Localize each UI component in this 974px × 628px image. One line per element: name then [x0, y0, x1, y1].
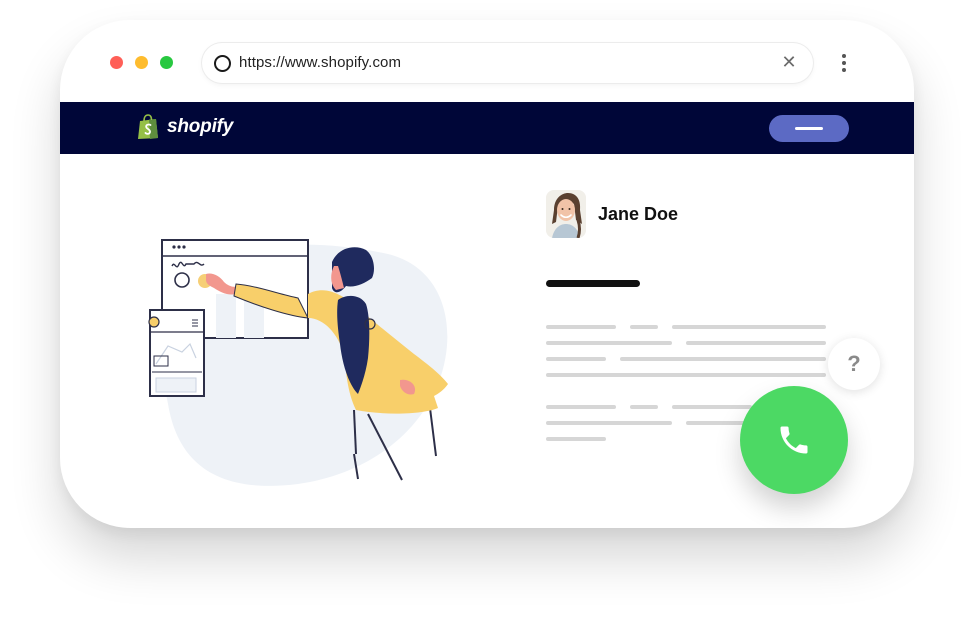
maximize-window-dot[interactable]: [160, 56, 173, 69]
site-status-icon: [214, 55, 231, 72]
stage: https://www.shopify.com ✕ shopify Jane D…: [0, 0, 974, 628]
profile-header: Jane Doe: [546, 190, 678, 238]
text-placeholder-line: [630, 325, 658, 329]
text-placeholder-line: [546, 341, 672, 345]
page-content: Jane Doe ?: [60, 154, 914, 528]
minimize-window-dot[interactable]: [135, 56, 148, 69]
text-placeholder-line: [546, 437, 606, 441]
avatar[interactable]: [546, 190, 586, 238]
illustration: [148, 239, 448, 486]
shopify-bag-icon: [138, 114, 158, 139]
avatar-portrait: [546, 190, 586, 238]
menu-button[interactable]: [769, 115, 849, 142]
help-button[interactable]: ?: [828, 338, 880, 390]
brand-name: shopify: [167, 116, 234, 137]
browser-titlebar: https://www.shopify.com ✕: [60, 20, 914, 102]
text-placeholder-line: [546, 373, 826, 377]
url-text[interactable]: https://www.shopify.com: [239, 54, 401, 71]
text-placeholder-line: [546, 405, 616, 409]
text-placeholder-line: [546, 357, 606, 361]
phone-icon: [780, 426, 808, 454]
title-placeholder: [546, 280, 640, 287]
text-placeholder-line: [620, 357, 826, 361]
profile-name: Jane Doe: [598, 203, 679, 224]
call-button[interactable]: [740, 386, 848, 494]
text-placeholder-line: [672, 405, 752, 409]
text-placeholder-line: [672, 325, 826, 329]
kebab-menu-icon[interactable]: [836, 54, 852, 74]
text-placeholder-line: [546, 421, 672, 425]
text-placeholder-line: [686, 421, 746, 425]
site-navbar: shopify: [60, 102, 914, 154]
text-placeholder-line: [546, 325, 616, 329]
address-bar[interactable]: https://www.shopify.com ✕: [202, 43, 813, 83]
browser-window: https://www.shopify.com ✕ shopify Jane D…: [60, 20, 914, 528]
hamburger-icon: [795, 127, 823, 130]
text-placeholder-line: [630, 405, 658, 409]
close-icon[interactable]: ✕: [779, 52, 799, 72]
brand-logo[interactable]: shopify: [137, 114, 233, 140]
close-window-dot[interactable]: [110, 56, 123, 69]
text-placeholder-line: [686, 341, 826, 345]
